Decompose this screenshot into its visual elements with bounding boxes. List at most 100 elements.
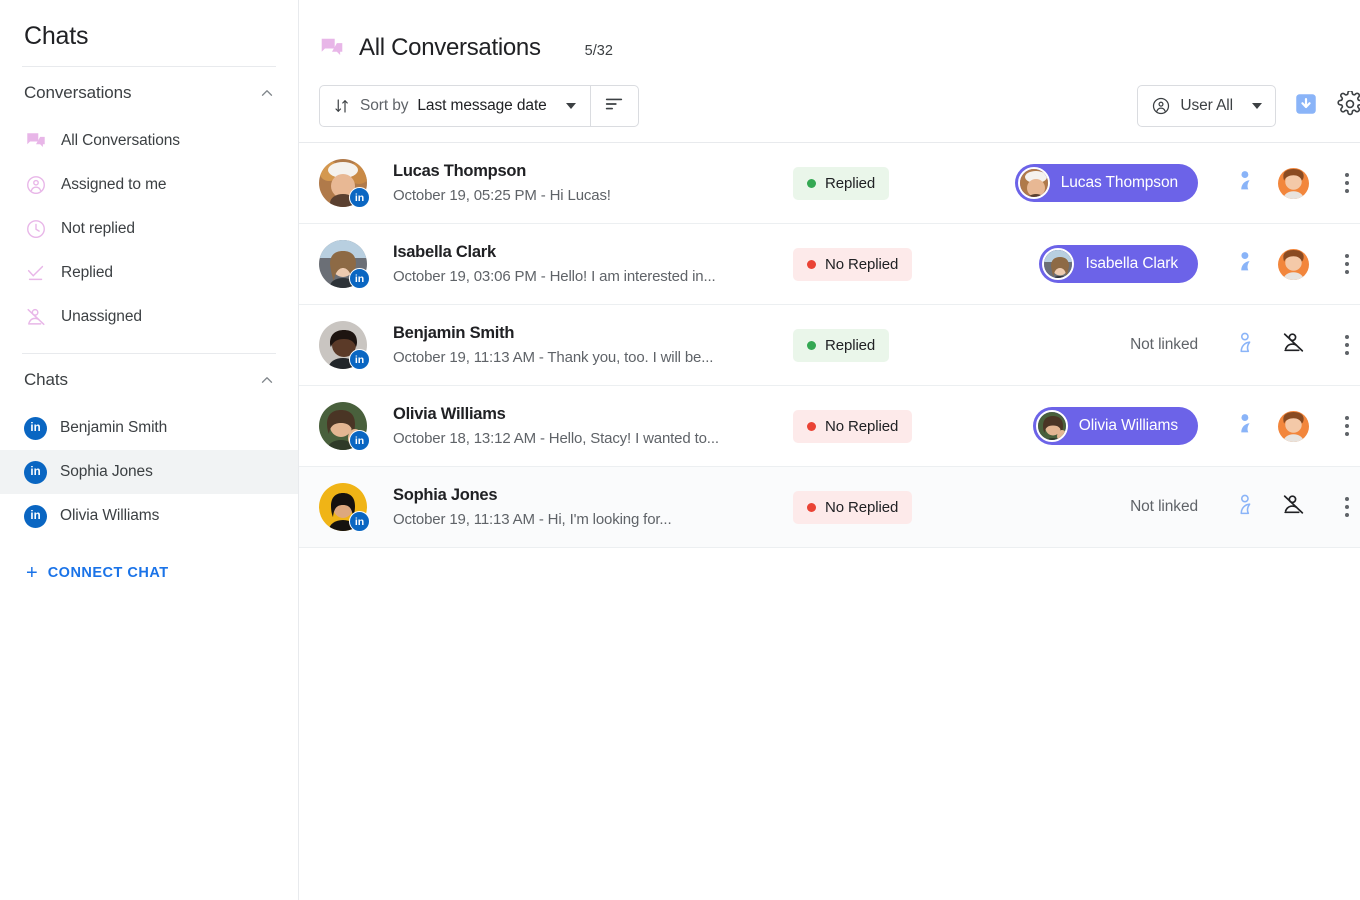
status-badge: Replied: [793, 166, 890, 200]
status-dot-icon: [807, 340, 816, 350]
linkedin-icon: in: [24, 460, 47, 484]
row-actions: [1224, 160, 1360, 206]
conversation-snippet: October 19, 11:13 AM - Hi, I'm looking f…: [393, 511, 672, 528]
clock-icon: [25, 218, 47, 240]
linkedin-icon: in: [349, 349, 370, 370]
status-dot-icon: [807, 421, 816, 431]
kebab-menu-button[interactable]: [1330, 484, 1360, 530]
assignee-avatar: [1277, 410, 1309, 442]
person-circle-icon: [1151, 96, 1171, 116]
sidebar-item-unassigned[interactable]: Unassigned: [0, 295, 298, 339]
sort-group: Sort by Last message date: [319, 85, 639, 127]
conversation-name: Olivia Williams: [393, 405, 506, 423]
toolbar-right: User All: [1137, 85, 1360, 127]
status-label: No Replied: [825, 417, 899, 435]
conversation-name: Isabella Clark: [393, 243, 496, 261]
sidebar-section-chats[interactable]: Chats: [0, 354, 298, 406]
sidebar-item-all-conversations[interactable]: All Conversations: [0, 119, 298, 163]
linked-contact-chip[interactable]: Isabella Clark: [1039, 245, 1198, 283]
assign-person-icon-button[interactable]: [1224, 241, 1270, 287]
conversation-row[interactable]: in Olivia Williams October 18, 13:12 AM …: [299, 386, 1360, 467]
kebab-menu-button[interactable]: [1330, 322, 1360, 368]
sidebar-chat-item-label: Benjamin Smith: [60, 419, 168, 436]
assign-person-icon-button[interactable]: [1224, 160, 1270, 206]
sort-direction-button[interactable]: [589, 86, 638, 126]
user-filter-dropdown[interactable]: User All: [1137, 85, 1276, 127]
conversation-row[interactable]: in Benjamin Smith October 19, 11:13 AM -…: [299, 305, 1360, 386]
kebab-menu-button[interactable]: [1330, 160, 1360, 206]
chip-avatar: [1035, 410, 1068, 442]
linked-contact-cell: Olivia Williams: [963, 407, 1198, 445]
connect-chat-button[interactable]: + CONNECT CHAT: [0, 550, 298, 596]
status-badge: No Replied: [793, 247, 913, 281]
not-linked-label: Not linked: [1130, 336, 1198, 353]
conversation-snippet: October 19, 03:06 PM - Hello! I am inter…: [393, 268, 716, 285]
conversation-text: Isabella Clark October 19, 03:06 PM - He…: [393, 243, 793, 285]
chevron-up-icon[interactable]: [258, 371, 276, 389]
conversation-snippet: October 19, 11:13 AM - Thank you, too. I…: [393, 349, 714, 366]
conversation-text: Sophia Jones October 19, 11:13 AM - Hi, …: [393, 486, 793, 528]
sort-by-dropdown[interactable]: Sort by Last message date: [320, 86, 590, 126]
chevron-up-icon[interactable]: [258, 84, 276, 102]
linked-contact-chip[interactable]: Lucas Thompson: [1014, 164, 1198, 202]
assign-person-icon-button[interactable]: [1224, 403, 1270, 449]
unassigned-icon-button[interactable]: [1270, 484, 1316, 530]
conversation-row[interactable]: in Sophia Jones October 19, 11:13 AM - H…: [299, 467, 1360, 548]
conversation-text: Olivia Williams October 18, 13:12 AM - H…: [393, 405, 793, 447]
sidebar-item-label: Assigned to me: [61, 176, 167, 193]
conversation-snippet: October 18, 13:12 AM - Hello, Stacy! I w…: [393, 430, 719, 447]
main-panel: All Conversations 5/32 Sort by Last mess…: [299, 0, 1360, 900]
conversation-text: Lucas Thompson October 19, 05:25 PM - Hi…: [393, 162, 793, 204]
sort-by-value: Last message date: [417, 97, 547, 114]
not-linked-label: Not linked: [1130, 498, 1198, 515]
linkedin-icon: in: [24, 504, 47, 528]
avatar: in: [319, 483, 370, 532]
sort-arrows-icon: [333, 97, 351, 115]
app-root: Chats Conversations All Conversations As…: [0, 0, 1360, 900]
sidebar-title: Chats: [24, 22, 89, 50]
status-dot-icon: [807, 259, 816, 269]
linked-contact-name: Lucas Thompson: [1060, 174, 1178, 191]
sidebar-chat-item-sophia-jones[interactable]: in Sophia Jones: [0, 450, 298, 494]
sidebar-item-replied[interactable]: Replied: [0, 251, 298, 295]
download-button[interactable]: [1292, 92, 1320, 120]
status-badge: Replied: [793, 328, 890, 362]
assignee-avatar: [1277, 167, 1309, 199]
page-title: All Conversations: [359, 34, 541, 61]
sidebar-item-not-replied[interactable]: Not replied: [0, 207, 298, 251]
conversation-row[interactable]: in Lucas Thompson October 19, 05:25 PM -…: [299, 143, 1360, 224]
assignee-avatar-button[interactable]: [1270, 160, 1316, 206]
assign-person-icon: [1235, 411, 1260, 441]
kebab-menu-icon: [1345, 497, 1349, 501]
assignee-avatar-button[interactable]: [1270, 403, 1316, 449]
sidebar-item-assigned-to-me[interactable]: Assigned to me: [0, 163, 298, 207]
linked-contact-chip[interactable]: Olivia Williams: [1032, 407, 1198, 445]
unassigned-icon-button[interactable]: [1270, 322, 1316, 368]
gear-icon: [1337, 89, 1360, 122]
person-circle-icon: [25, 174, 47, 196]
sidebar-chat-item-olivia-williams[interactable]: in Olivia Williams: [0, 494, 298, 538]
kebab-menu-button[interactable]: [1330, 241, 1360, 287]
sidebar-item-label: Unassigned: [61, 308, 142, 325]
settings-button[interactable]: [1336, 89, 1360, 122]
row-actions: [1224, 484, 1360, 530]
conversation-counter: 5/32: [584, 42, 613, 59]
sidebar-section-conversations[interactable]: Conversations: [0, 67, 298, 119]
conversation-row[interactable]: in Isabella Clark October 19, 03:06 PM -…: [299, 224, 1360, 305]
kebab-menu-button[interactable]: [1330, 403, 1360, 449]
assign-person-icon-button[interactable]: [1224, 322, 1270, 368]
chevron-down-icon: [565, 103, 576, 109]
row-actions: [1224, 322, 1360, 368]
page-header: All Conversations 5/32: [299, 0, 1360, 70]
toolbar: Sort by Last message date User All: [299, 70, 1360, 142]
row-actions: [1224, 241, 1360, 287]
sort-lines-icon: [603, 93, 625, 120]
linked-contact-cell: Not linked: [963, 498, 1198, 516]
sidebar-chat-item-label: Sophia Jones: [60, 463, 153, 480]
kebab-menu-icon: [1345, 173, 1349, 177]
status-badge: No Replied: [793, 409, 913, 443]
assign-person-icon-button[interactable]: [1224, 484, 1270, 530]
assignee-avatar-button[interactable]: [1270, 241, 1316, 287]
chat-bubbles-icon: [25, 130, 47, 152]
sidebar-chat-item-benjamin-smith[interactable]: in Benjamin Smith: [0, 406, 298, 450]
